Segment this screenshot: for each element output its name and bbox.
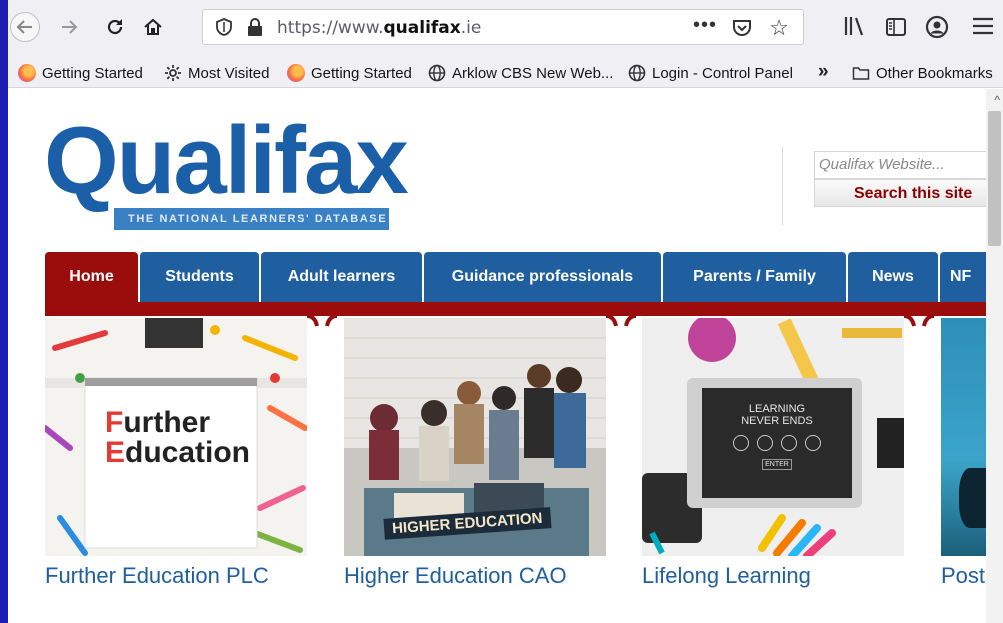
address-bar[interactable]: https://www.qualifax.ie ••• ☆	[202, 9, 804, 45]
card-divider-notches	[306, 316, 935, 327]
logo-wordmark: Qualifax	[44, 107, 409, 214]
card-caption-further-education[interactable]: Further Education PLC	[45, 563, 307, 589]
bookmarks-toolbar: Getting Started Most Visited Getting Sta…	[8, 58, 1003, 88]
never-ends-text: NEVER ENDS	[741, 415, 813, 427]
education-word: Education	[105, 436, 251, 469]
logo-tagline: THE NATIONAL LEARNERS' DATABASE	[114, 208, 389, 230]
arrow-left-icon	[16, 20, 32, 34]
card-further-education[interactable]: Further Education Further Education PLC	[45, 318, 307, 589]
globe-icon	[428, 64, 446, 82]
shield-icon[interactable]	[215, 18, 233, 36]
account-icon[interactable]	[925, 15, 949, 39]
nav-underline-bar	[45, 302, 986, 316]
web-page: Qualifax THE NATIONAL LEARNERS' DATABASE…	[8, 89, 1003, 623]
scroll-thumb[interactable]	[988, 111, 1001, 246]
header-divider	[782, 147, 783, 225]
site-search-input[interactable]: Qualifax Website...	[814, 151, 988, 179]
search-site-button[interactable]: Search this site	[814, 179, 988, 207]
home-button[interactable]	[138, 12, 168, 42]
card-lifelong-learning[interactable]: LEARNING NEVER ENDS ENTER Lifelong Learn…	[642, 318, 904, 589]
pocket-icon[interactable]	[731, 17, 753, 39]
search-icon	[805, 435, 821, 451]
gear-icon	[165, 65, 181, 81]
url-text[interactable]: https://www.qualifax.ie	[277, 18, 481, 38]
nav-tab-home[interactable]: Home	[45, 252, 138, 302]
bookmark-most-visited[interactable]: Most Visited	[164, 63, 269, 83]
arrow-right-icon	[62, 20, 78, 34]
back-button[interactable]	[10, 12, 40, 42]
scroll-up-icon[interactable]: ^	[994, 93, 1000, 107]
bookmark-getting-started[interactable]: Getting Started	[18, 63, 143, 83]
other-bookmarks[interactable]: Other Bookmarks	[852, 63, 993, 83]
nav-tab-students[interactable]: Students	[140, 252, 259, 302]
nav-tab-guidance-professionals[interactable]: Guidance professionals	[424, 252, 661, 302]
hamburger-menu-icon[interactable]	[971, 15, 995, 37]
further-word: Further	[105, 406, 211, 439]
home-icon	[144, 18, 162, 35]
lock-icon[interactable]	[247, 18, 263, 36]
learning-text: LEARNING	[748, 403, 806, 415]
browser-toolbar: https://www.qualifax.ie ••• ☆	[8, 0, 1003, 58]
bookmark-login-control-panel[interactable]: Login - Control Panel	[628, 63, 793, 83]
higher-education-image[interactable]: HIGHER EDUCATION	[344, 318, 606, 556]
lifelong-learning-image[interactable]: LEARNING NEVER ENDS ENTER	[642, 318, 904, 556]
firefox-icon	[287, 64, 305, 82]
card-caption-higher-education[interactable]: Higher Education CAO	[344, 563, 606, 589]
bookmark-getting-started-2[interactable]: Getting Started	[287, 63, 412, 83]
chevron-more-icon[interactable]: »	[818, 61, 829, 83]
enter-button-text: ENTER	[762, 459, 792, 470]
further-education-image[interactable]: Further Education	[45, 318, 307, 556]
nav-tab-parents-family[interactable]: Parents / Family	[663, 252, 846, 302]
forward-button[interactable]	[54, 12, 84, 42]
page-scrollbar[interactable]: ^	[986, 89, 1003, 623]
globe-icon	[628, 64, 646, 82]
card-post[interactable]: Post	[941, 318, 986, 589]
nav-tab-news[interactable]: News	[848, 252, 938, 302]
qualifax-logo[interactable]: Qualifax THE NATIONAL LEARNERS' DATABASE	[44, 107, 409, 231]
nav-tab-adult-learners[interactable]: Adult learners	[261, 252, 422, 302]
sidebar-icon[interactable]	[885, 16, 907, 38]
page-actions-button[interactable]: •••	[693, 14, 717, 37]
globe-icon	[733, 435, 749, 451]
browser-window: https://www.qualifax.ie ••• ☆ Getting St…	[8, 0, 1003, 623]
post-image[interactable]	[941, 318, 986, 556]
reload-button[interactable]	[100, 12, 130, 42]
library-icon[interactable]	[843, 14, 865, 38]
bookmark-star-icon[interactable]: ☆	[769, 15, 789, 41]
document-icon	[757, 435, 773, 451]
card-caption-lifelong-learning[interactable]: Lifelong Learning	[642, 563, 904, 589]
main-navigation: Home Students Adult learners Guidance pr…	[45, 252, 1000, 316]
card-higher-education[interactable]: HIGHER EDUCATION Higher Education CAO	[344, 318, 606, 589]
chat-icon	[781, 435, 797, 451]
reload-icon	[107, 19, 123, 35]
firefox-icon	[18, 64, 36, 82]
folder-icon	[852, 67, 870, 80]
bookmark-arklow-cbs[interactable]: Arklow CBS New Web...	[428, 63, 613, 83]
card-caption-post[interactable]: Post	[941, 563, 986, 589]
